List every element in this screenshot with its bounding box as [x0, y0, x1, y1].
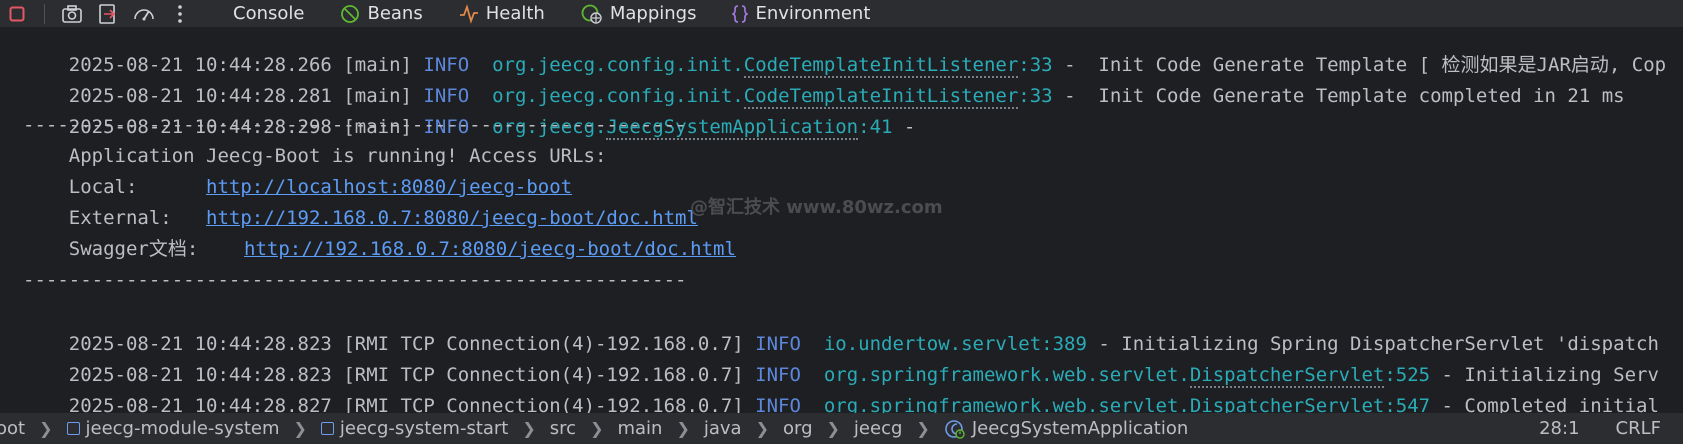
banner-swagger-row: Swagger文档: http://192.168.0.7:8080/jeecg… [23, 233, 736, 266]
tab-beans-label: Beans [367, 3, 423, 24]
chevron-right-icon: ❯ [676, 419, 690, 438]
run-toolbar: Console Beans Health Mappings Environmen… [0, 0, 1683, 27]
dashboard-icon[interactable] [131, 1, 157, 27]
external-url-link[interactable]: http://192.168.0.7:8080/jeecg-boot/doc.h… [206, 207, 698, 229]
environment-icon [732, 4, 749, 23]
log-thread: [RMI TCP Connection(4)-192.168.0.7] [343, 395, 744, 413]
log-line: 2025-08-21 10:44:28.823 [RMI TCP Connect… [68, 364, 1659, 388]
chevron-right-icon: ❯ [755, 419, 769, 438]
console-output[interactable]: 2025-08-21 10:44:28.266 [main] INFO org.… [0, 27, 1683, 413]
breadcrumb-item[interactable]: oot [0, 418, 25, 439]
cursor-position[interactable]: 28:1 [1539, 418, 1579, 439]
tab-console[interactable]: Console [233, 3, 304, 24]
status-right: 28:1 CRLF [1539, 413, 1683, 444]
local-url-link[interactable]: http://localhost:8080/jeecg-boot [206, 176, 572, 198]
spring-boot-class-icon [945, 419, 965, 439]
log-line: 2025-08-21 10:44:28.281 [main] INFO org.… [68, 85, 1625, 109]
export-icon[interactable] [95, 1, 121, 27]
log-line: 2025-08-21 10:44:28.827 [RMI TCP Connect… [23, 357, 1659, 413]
watermark: @智汇技术 www.80wz.com [690, 197, 943, 218]
stop-icon[interactable] [4, 1, 30, 27]
log-timestamp: 2025-08-21 10:44:28.827 [68, 395, 332, 413]
tab-mappings-label: Mappings [609, 3, 697, 24]
breadcrumb-item[interactable]: java [704, 418, 742, 439]
module-icon [320, 422, 334, 435]
log-line: 2025-08-21 10:44:28.266 [main] INFO org.… [68, 54, 1667, 78]
tab-health-label: Health [485, 3, 545, 24]
tab-environment[interactable]: Environment [732, 3, 870, 24]
swagger-label: Swagger文档: [23, 238, 245, 260]
breadcrumb-item[interactable]: org [783, 418, 813, 439]
module-icon [66, 422, 80, 435]
chevron-right-icon: ❯ [522, 419, 536, 438]
breadcrumb-item[interactable]: jeecg [854, 418, 902, 439]
chevron-right-icon: ❯ [293, 419, 307, 438]
banner-external-row: External: http://192.168.0.7:8080/jeecg-… [23, 202, 698, 235]
chevron-right-icon: ❯ [39, 419, 53, 438]
banner-title: Application Jeecg-Boot is running! Acces… [23, 145, 607, 167]
beans-icon [341, 4, 360, 23]
navigation-breadcrumb: oot ❯ jeecg-module-system ❯ jeecg-system… [0, 413, 1683, 444]
breadcrumb-item[interactable]: JeecgSystemApplication [944, 418, 1188, 440]
chevron-right-icon: ❯ [826, 419, 840, 438]
line-ending[interactable]: CRLF [1616, 418, 1661, 439]
local-label: Local: [23, 176, 207, 198]
log-level: INFO [755, 395, 801, 413]
tab-console-label: Console [233, 3, 305, 24]
tab-health[interactable]: Health [459, 3, 545, 24]
health-icon [459, 3, 478, 24]
log-logger[interactable]: org.springframework.web.servlet.Dispatch… [824, 395, 1430, 413]
tab-mappings[interactable]: Mappings [581, 3, 697, 24]
swagger-url-link[interactable]: http://192.168.0.7:8080/jeecg-boot/doc.h… [244, 238, 736, 260]
mappings-icon [581, 4, 602, 24]
banner-divider: ----------------------------------------… [23, 114, 687, 136]
camera-icon[interactable] [59, 1, 85, 27]
more-options-icon[interactable] [167, 1, 193, 27]
banner-divider: ----------------------------------------… [23, 269, 687, 291]
log-message: Completed initial [1464, 395, 1659, 413]
chevron-right-icon: ❯ [916, 419, 930, 438]
breadcrumb-item[interactable]: jeecg-module-system [66, 418, 280, 439]
tab-environment-label: Environment [755, 3, 871, 24]
toolbar-divider [44, 3, 45, 24]
breadcrumb-item[interactable]: jeecg-system-start [320, 418, 508, 439]
chevron-right-icon: ❯ [590, 419, 604, 438]
banner-local-row: Local: http://localhost:8080/jeecg-boot [23, 171, 572, 204]
breadcrumb-item[interactable]: src [550, 418, 576, 439]
log-line: 2025-08-21 10:44:28.298 [main] INFO org.… [68, 116, 916, 140]
tab-beans[interactable]: Beans [340, 3, 423, 24]
breadcrumb-item[interactable]: main [617, 418, 662, 439]
log-line: 2025-08-21 10:44:28.823 [RMI TCP Connect… [68, 333, 1659, 355]
log-message: Init Code Generate Template completed in… [1098, 85, 1625, 107]
external-label: External: [23, 207, 207, 229]
